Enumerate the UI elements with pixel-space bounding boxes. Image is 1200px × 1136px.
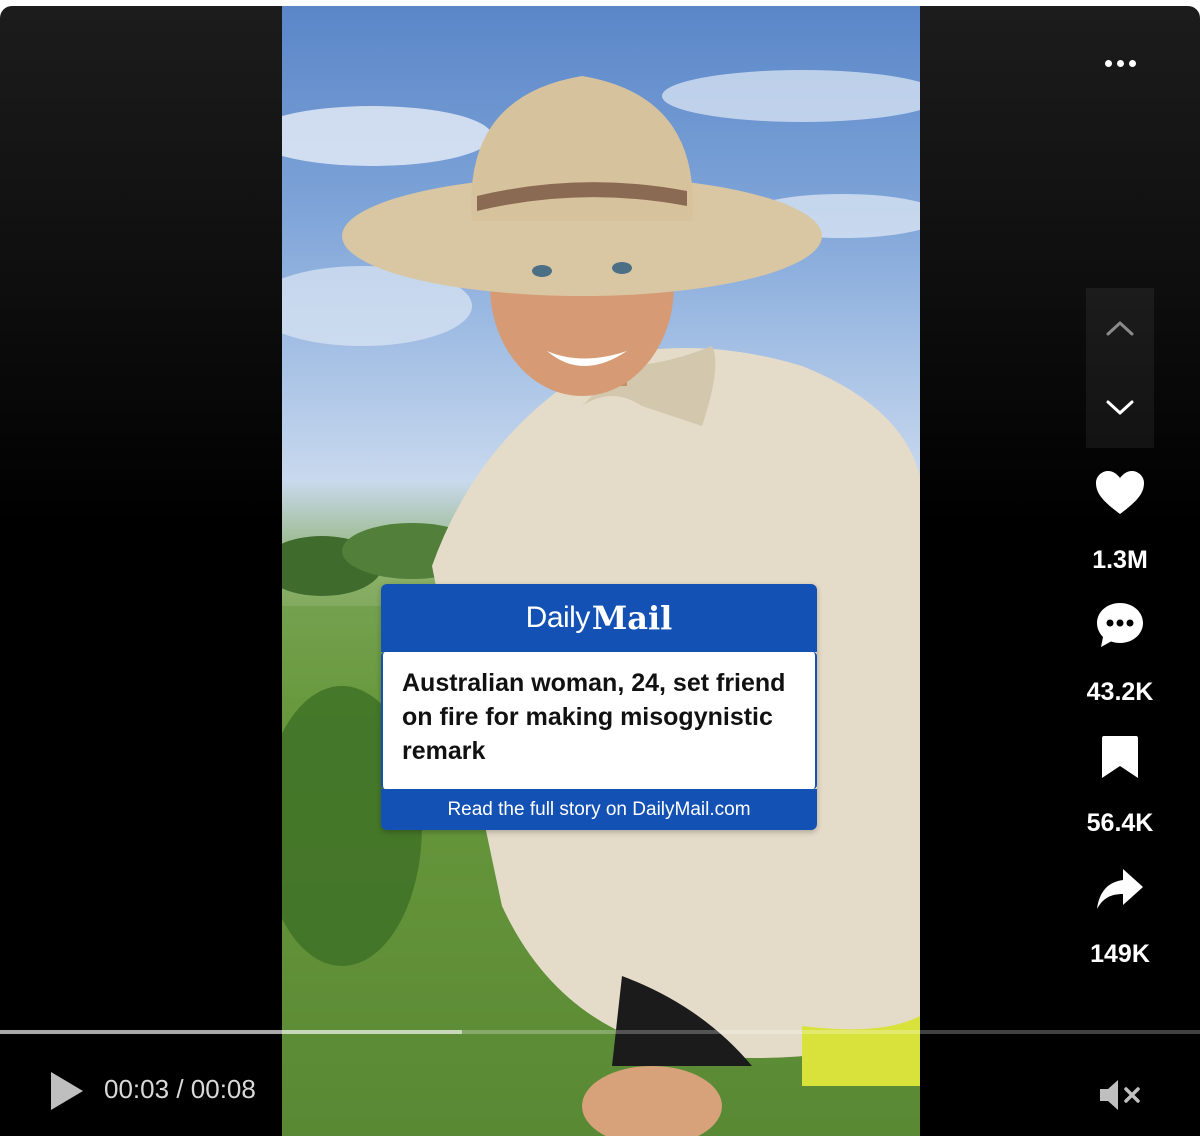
like-count: 1.3M [1092,546,1148,574]
like-button[interactable] [1093,466,1147,520]
bookmark-icon [1102,736,1138,778]
seek-bar-played [0,1030,462,1034]
headline-text: Australian woman, 24, set friend on fire… [402,669,786,765]
video-frame[interactable] [282,6,920,1136]
previous-video-button[interactable] [1086,288,1154,368]
heart-icon [1096,471,1144,514]
logo-daily-text: Daily [525,601,591,634]
comment-icon [1097,603,1143,647]
save-count: 56.4K [1086,809,1154,837]
chevron-down-icon [1106,400,1134,415]
share-icon [1097,869,1143,909]
logo-mail-text: Mail [591,599,673,637]
time-display: 00:03 / 00:08 [104,1074,256,1105]
dailymail-logo: Daily Mail [381,584,817,652]
share-button[interactable] [1093,862,1147,916]
seek-bar[interactable] [0,1030,1200,1034]
comment-count: 43.2K [1086,678,1154,706]
more-options-button[interactable] [1094,48,1146,78]
next-video-button[interactable] [1086,368,1154,448]
play-button[interactable] [44,1068,90,1114]
read-more-banner: Read the full story on DailyMail.com [381,789,817,830]
save-button[interactable] [1093,730,1147,784]
ellipsis-icon [1104,59,1112,67]
current-time: 00:03 [104,1074,170,1104]
duration: 00:08 [190,1074,256,1104]
comment-button[interactable] [1093,598,1147,652]
news-overlay-card: Daily Mail Australian woman, 24, set fri… [381,584,817,830]
headline-box: Australian woman, 24, set friend on fire… [381,652,817,789]
share-count: 149K [1090,940,1150,968]
time-separator: / [176,1074,184,1104]
muted-speaker-icon [1100,1080,1140,1110]
video-player: Daily Mail Australian woman, 24, set fri… [0,6,1200,1136]
chevron-up-icon [1106,321,1134,336]
play-icon [51,1072,83,1110]
video-scene [282,70,920,1136]
mute-button[interactable] [1094,1070,1148,1120]
